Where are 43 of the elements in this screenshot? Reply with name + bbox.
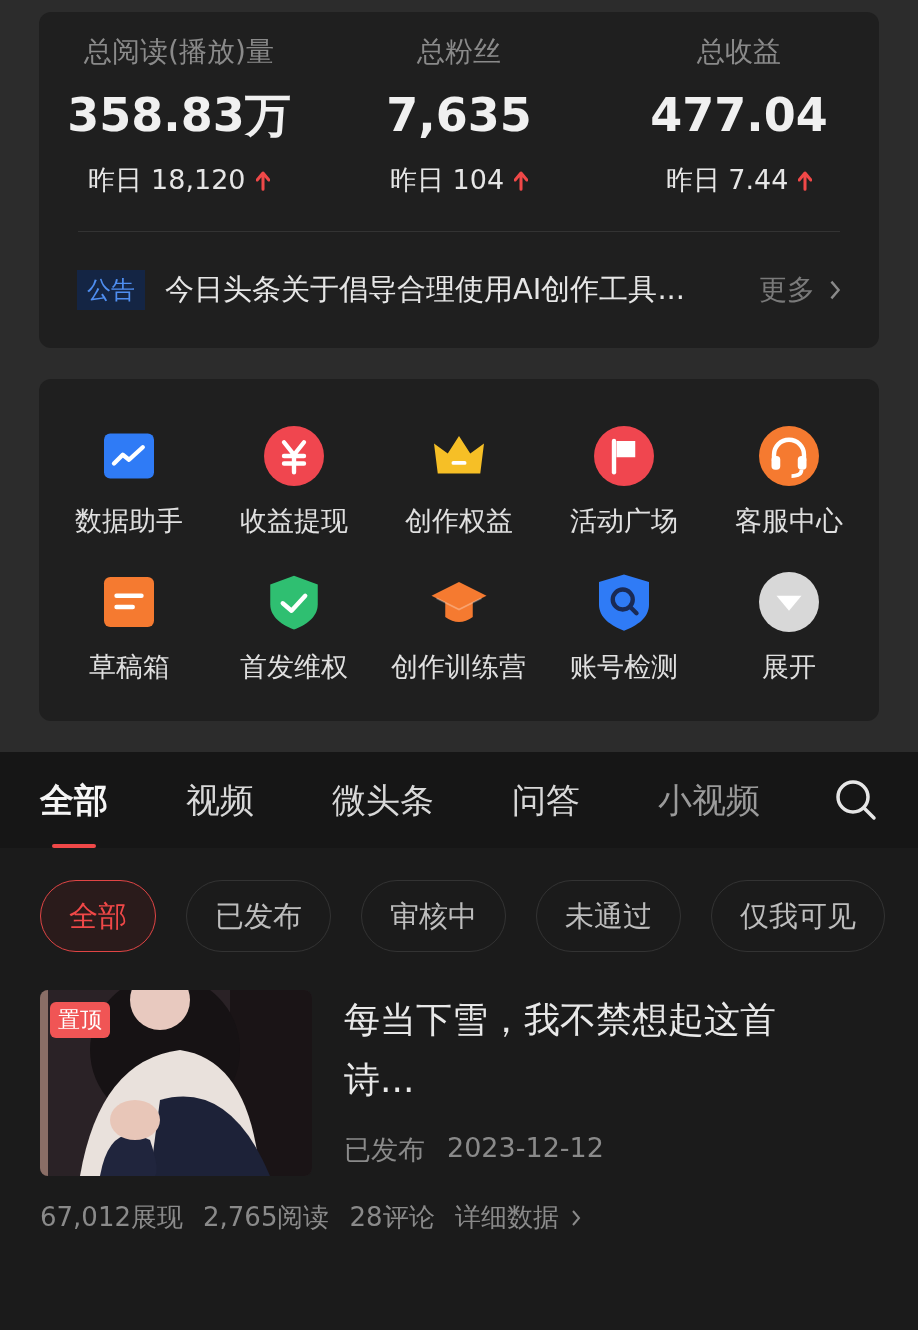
yesterday-value: 昨日 18,120 <box>88 163 246 197</box>
tab[interactable]: 视频 <box>186 752 254 848</box>
tool-button[interactable]: 创作权益 <box>376 423 542 541</box>
tool-button[interactable]: 首发维权 <box>211 569 377 687</box>
stat-value[interactable]: 7,635 <box>386 80 532 150</box>
stat-value[interactable]: 477.04 <box>650 80 828 150</box>
tool-button[interactable]: 创作训练营 <box>376 569 542 687</box>
notice-tag: 公告 <box>77 270 145 310</box>
tab[interactable]: 问答 <box>512 752 580 848</box>
article-date: 2023-12-12 <box>447 1132 604 1165</box>
tool-button[interactable]: 展开 <box>706 569 871 687</box>
tool-button[interactable]: 草稿箱 <box>47 569 212 687</box>
chevron-right-icon <box>570 1208 581 1227</box>
stat-label: 总收益 <box>697 34 781 70</box>
headset-icon <box>758 426 819 486</box>
tool-button[interactable]: 数据助手 <box>47 423 212 541</box>
article-title[interactable]: 每当下雪，我不禁想起这首诗... <box>344 990 840 1110</box>
notice-text[interactable]: 今日头条关于倡导合理使用AI创作工具... <box>165 270 739 310</box>
tool-button[interactable]: 活动广场 <box>541 423 707 541</box>
stat-value[interactable]: 358.83万 <box>67 80 291 150</box>
expand-icon <box>758 572 819 632</box>
yesterday-value: 昨日 7.44 <box>665 163 789 197</box>
tool-button[interactable]: 客服中心 <box>706 423 871 541</box>
chevron-right-icon <box>829 279 841 301</box>
yen-icon <box>264 426 325 486</box>
tab[interactable]: 小视频 <box>658 752 760 848</box>
details-link[interactable]: 详细数据 <box>454 1200 581 1235</box>
yesterday-value: 昨日 104 <box>389 163 505 197</box>
tool-button[interactable]: 收益提现 <box>211 423 377 541</box>
stat-label: 总阅读(播放)量 <box>84 34 274 70</box>
tab[interactable]: 全部 <box>40 752 108 848</box>
flag-icon <box>593 426 654 486</box>
pinned-badge: 置顶 <box>50 1002 110 1038</box>
stat-label: 总粉丝 <box>417 34 501 70</box>
more-link[interactable]: 更多 <box>759 271 841 309</box>
article-status: 已发布 <box>344 1133 425 1167</box>
metric-text: 2,765阅读 <box>203 1201 330 1234</box>
metric-text: 67,012展现 <box>40 1201 183 1234</box>
tab[interactable]: 微头条 <box>332 752 434 848</box>
search-icon[interactable] <box>834 778 878 822</box>
tool-button[interactable]: 账号检测 <box>541 569 707 687</box>
filter-chip[interactable]: 全部 <box>40 880 156 952</box>
metric-text: 28评论 <box>349 1201 435 1234</box>
